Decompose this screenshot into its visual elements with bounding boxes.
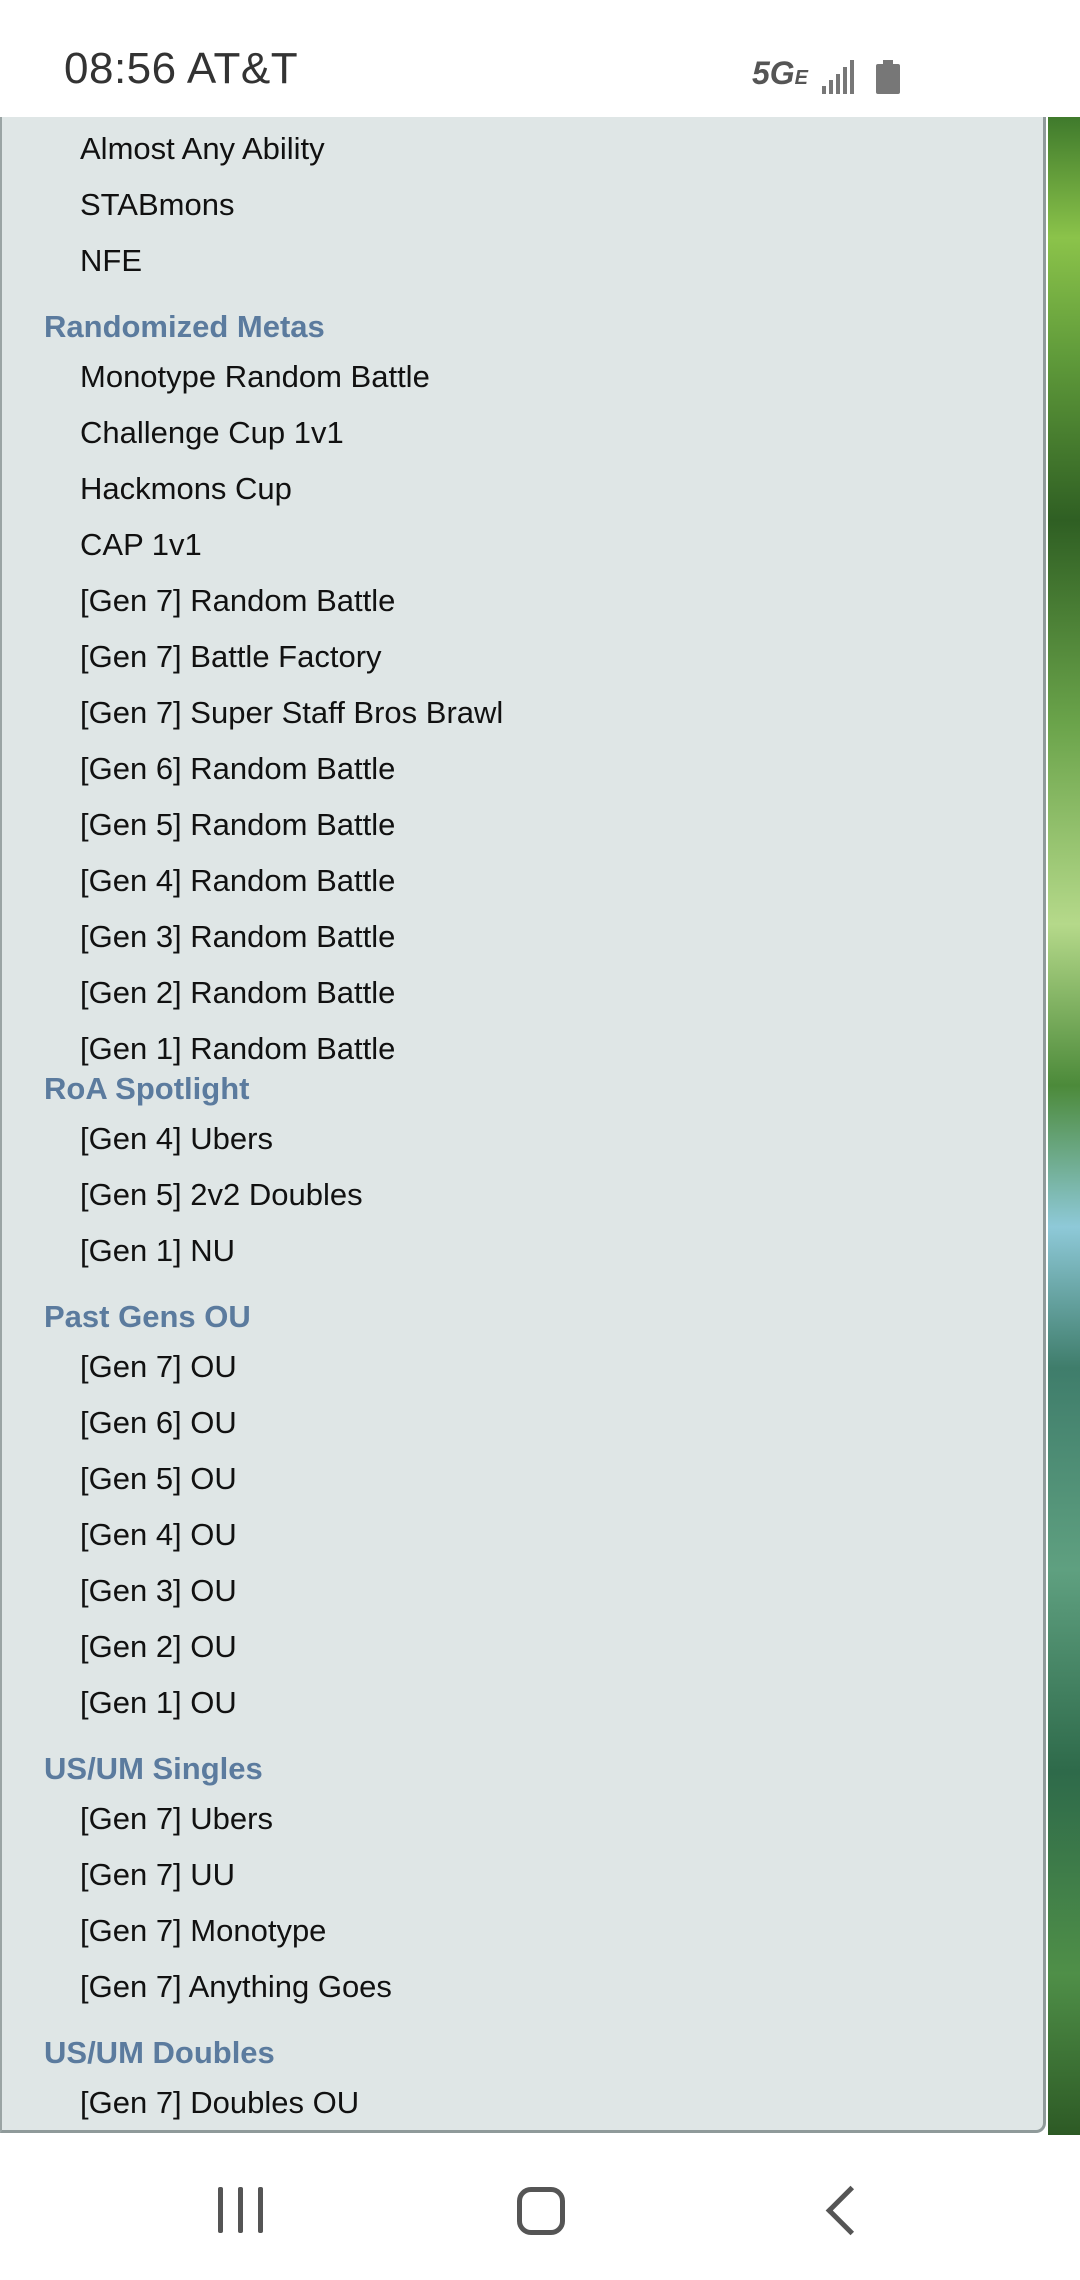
format-item[interactable]: Almost Any Ability bbox=[80, 131, 325, 167]
network-type-suffix: E bbox=[794, 67, 808, 89]
format-item[interactable]: [Gen 5] OU bbox=[80, 1461, 237, 1497]
format-item[interactable]: NFE bbox=[80, 243, 142, 279]
section-title: US/UM Doubles bbox=[44, 2035, 275, 2070]
section-title: US/UM Singles bbox=[44, 1751, 263, 1786]
format-item[interactable]: [Gen 7] Monotype bbox=[80, 1913, 326, 1949]
format-item[interactable]: [Gen 1] NU bbox=[80, 1233, 235, 1269]
format-item[interactable]: [Gen 2] OU bbox=[80, 1629, 237, 1665]
format-item[interactable]: [Gen 1] Random Battle bbox=[80, 1031, 395, 1067]
back-icon[interactable] bbox=[795, 2165, 895, 2255]
format-item[interactable]: [Gen 5] 2v2 Doubles bbox=[80, 1177, 363, 1213]
format-item[interactable]: [Gen 7] UU bbox=[80, 1857, 235, 1893]
section-title: Past Gens OU bbox=[44, 1299, 251, 1334]
format-item[interactable]: [Gen 2] Random Battle bbox=[80, 975, 395, 1011]
format-item[interactable]: [Gen 4] Random Battle bbox=[80, 863, 395, 899]
format-item[interactable]: [Gen 7] Doubles OU bbox=[80, 2085, 359, 2121]
recents-icon[interactable] bbox=[190, 2165, 290, 2255]
battery-icon bbox=[876, 60, 900, 94]
format-item[interactable]: [Gen 1] OU bbox=[80, 1685, 237, 1721]
status-icons: 5GE bbox=[752, 54, 900, 94]
section-title: Randomized Metas bbox=[44, 309, 325, 344]
signal-strength-icon bbox=[822, 60, 854, 94]
format-dropdown-panel[interactable]: Almost Any Ability STABmons NFE Randomized … bbox=[0, 117, 1046, 2133]
network-type-label: 5G bbox=[751, 55, 795, 91]
background-wallpaper bbox=[1048, 117, 1080, 2135]
status-bar: 08:56 AT&T 5GE bbox=[0, 0, 1080, 117]
format-item[interactable]: [Gen 7] Battle Factory bbox=[80, 639, 382, 675]
format-item[interactable]: Monotype Random Battle bbox=[80, 359, 430, 395]
format-item[interactable]: Challenge Cup 1v1 bbox=[80, 415, 344, 451]
format-item[interactable]: Hackmons Cup bbox=[80, 471, 292, 507]
format-item[interactable]: [Gen 6] OU bbox=[80, 1405, 237, 1441]
format-item[interactable]: [Gen 5] Random Battle bbox=[80, 807, 395, 843]
format-item[interactable]: [Gen 7] Anything Goes bbox=[80, 1969, 392, 2005]
format-item[interactable]: [Gen 4] Ubers bbox=[80, 1121, 273, 1157]
format-item[interactable]: [Gen 6] Random Battle bbox=[80, 751, 395, 787]
section-title: RoA Spotlight bbox=[44, 1071, 250, 1106]
format-item[interactable]: [Gen 7] Super Staff Bros Brawl bbox=[80, 695, 503, 731]
format-item[interactable]: CAP 1v1 bbox=[80, 527, 202, 563]
format-item[interactable]: [Gen 7] Random Battle bbox=[80, 583, 395, 619]
status-time: 08:56 AT&T bbox=[64, 44, 299, 93]
network-type-indicator: 5GE bbox=[752, 57, 808, 94]
format-item[interactable]: [Gen 7] OU bbox=[80, 1349, 237, 1385]
home-icon[interactable] bbox=[490, 2165, 590, 2255]
format-item[interactable]: STABmons bbox=[80, 187, 234, 223]
format-item[interactable]: [Gen 7] Ubers bbox=[80, 1801, 273, 1837]
format-item[interactable]: [Gen 4] OU bbox=[80, 1517, 237, 1553]
navigation-bar bbox=[0, 2135, 1080, 2280]
format-item[interactable]: [Gen 3] OU bbox=[80, 1573, 237, 1609]
format-item[interactable]: [Gen 3] Random Battle bbox=[80, 919, 395, 955]
